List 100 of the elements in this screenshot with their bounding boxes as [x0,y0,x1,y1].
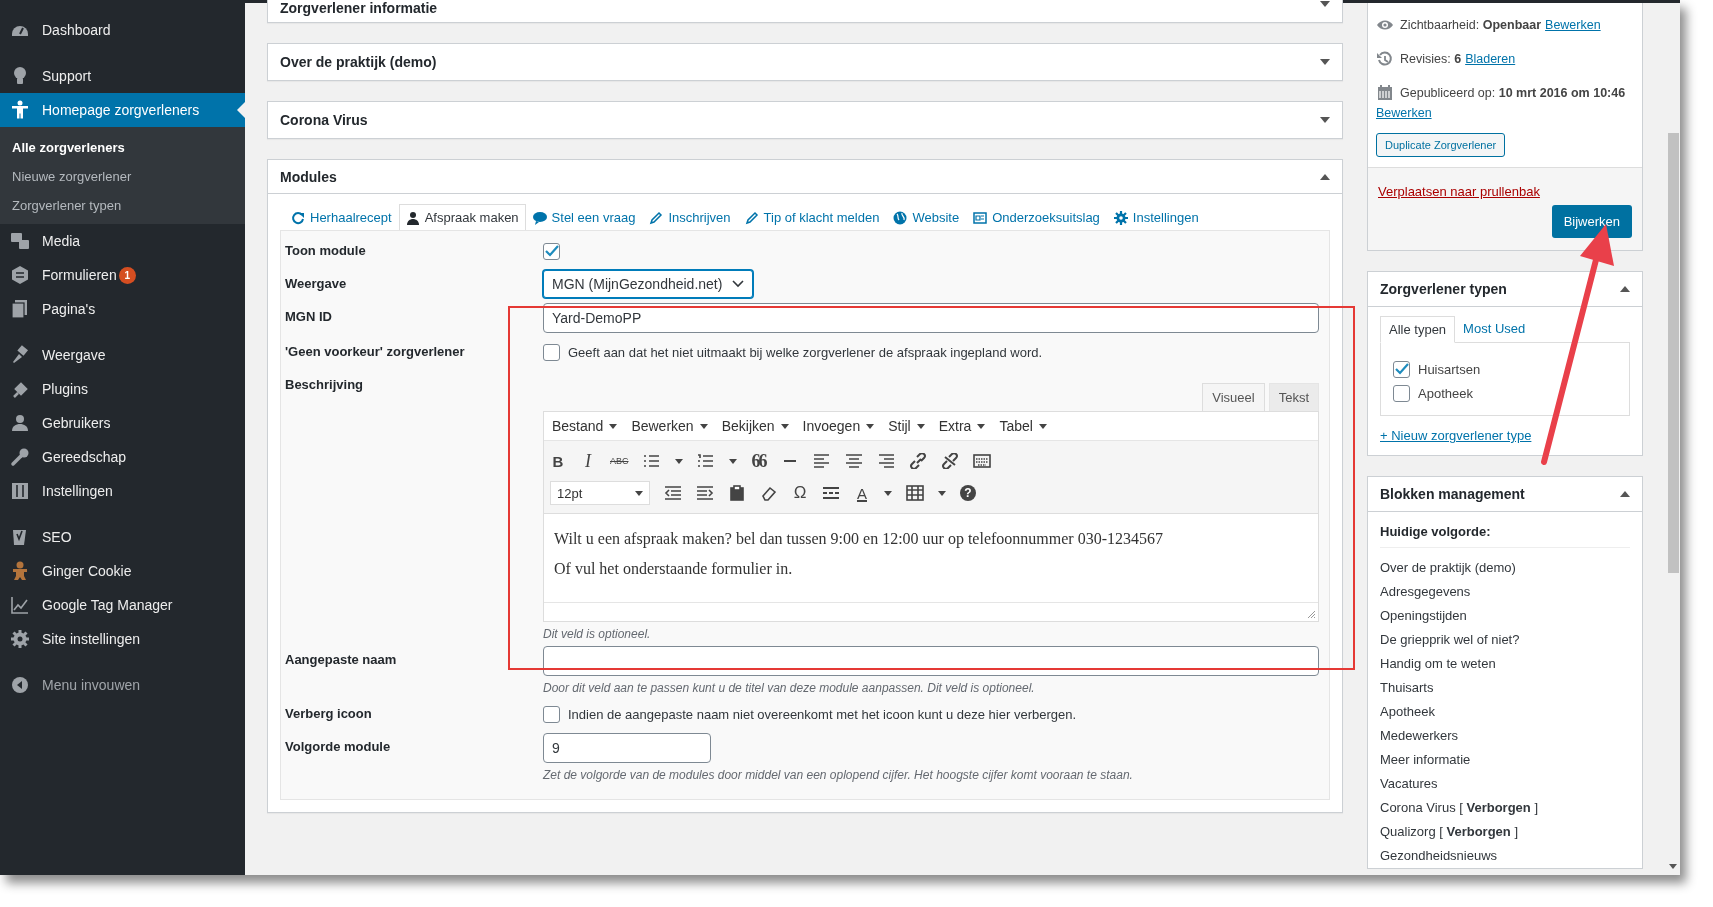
menu-item[interactable]: Pagina's [0,292,245,326]
editor-mode-tab[interactable]: Visueel [1202,383,1265,411]
toggle-icon[interactable] [1320,58,1330,66]
toolbar-button[interactable]: 66 [750,450,767,472]
edit-link[interactable]: Bewerken [1376,103,1432,123]
checkbox[interactable] [543,343,560,361]
module-tab[interactable]: Instellingen [1106,204,1206,230]
menu-item[interactable]: Google Tag Manager [0,588,245,622]
keyboard-icon[interactable] [972,453,991,469]
align-left-icon[interactable] [812,453,831,469]
menu-item[interactable]: Instellingen [0,474,245,508]
resize-handle-icon[interactable] [1307,610,1316,619]
category-tab[interactable]: Most Used [1455,316,1534,342]
unlink-icon[interactable] [940,453,959,469]
update-button[interactable]: Bijwerken [1551,205,1632,238]
menu-item[interactable]: Formulieren 1 [0,258,245,292]
module-tab[interactable]: Website [886,204,967,230]
menu-item[interactable]: Plugins [0,372,245,406]
menu-label: Formulieren [42,267,117,283]
menu-item[interactable]: Homepage zorgverleners [0,93,245,127]
module-tab[interactable]: Stel een vraag [525,204,643,230]
eraser-icon[interactable] [760,485,778,501]
editor-menu[interactable]: Extra [938,418,986,434]
editor-menu[interactable]: Tabel [999,418,1047,434]
toolbar-button[interactable]: I [580,450,596,472]
toolbar-button[interactable]: ? [960,485,976,501]
link-icon[interactable] [908,453,927,469]
editor-mode-tab[interactable]: Tekst [1268,383,1319,411]
toolbar-button[interactable]: B [550,452,566,470]
count-badge: 1 [118,266,136,284]
caret-icon [938,490,946,496]
module-tab[interactable]: Inschrijven [642,204,738,230]
add-type-link[interactable]: + Nieuw zorgverlener type [1380,428,1532,443]
scrollbar[interactable] [1665,3,1680,875]
caret-icon [1038,423,1047,429]
module-tab[interactable]: Tip of klacht melden [737,204,887,230]
list-heading: Huidige volgorde: [1380,524,1630,548]
toolbar-button[interactable]: ABC [610,456,629,466]
block-item: Gezondheidsnieuws [1380,847,1499,865]
collapse-menu-button[interactable]: Menu invouwen [0,668,245,702]
edit-link[interactable]: Bladeren [1465,49,1516,69]
outdent-icon[interactable] [664,485,682,501]
duplicate-button[interactable]: Duplicate Zorgverlener [1376,133,1506,157]
numbered-list-icon[interactable] [696,453,715,469]
caret-icon [635,490,643,496]
scroll-down-arrow-icon[interactable] [1669,864,1677,869]
menu-item[interactable]: Site instellingen [0,622,245,656]
menu-item[interactable]: Dashboard [0,13,245,47]
checkbox[interactable] [543,242,560,260]
align-right-icon[interactable] [876,453,895,469]
toggle-icon[interactable] [1620,285,1630,293]
pencil-icon [649,210,664,225]
submenu-item[interactable]: Alle zorgverleners [0,133,245,162]
field-label: 'Geen voorkeur' zorgverlener [285,343,466,361]
submenu-item[interactable]: Zorgverlener typen [0,191,245,220]
menu-item[interactable]: Ginger Cookie [0,554,245,588]
editor-menu[interactable]: Bestand [552,418,618,434]
submenu-item[interactable]: Nieuwe zorgverlener [0,162,245,191]
menu-item[interactable]: Media [0,224,245,258]
module-tab[interactable]: Herhaalrecept [284,204,399,230]
checkbox[interactable] [1393,360,1410,378]
input-field[interactable] [543,646,1319,676]
paragraph: Of vul het onderstaande formulier in. [554,560,794,578]
input-field[interactable]: Yard-DemoPP [543,303,1319,333]
editor-menu[interactable]: Bewerken [631,418,708,434]
checkbox[interactable] [543,705,560,723]
toggle-icon[interactable] [1320,172,1330,181]
toolbar-button[interactable]: A [854,484,870,502]
editor-menu[interactable]: Invoegen [802,418,875,434]
clipboard-icon[interactable] [728,485,746,501]
bulleted-list-icon[interactable] [642,453,661,469]
toggle-icon[interactable] [1320,0,1330,8]
toolbar-button[interactable]: Ω [792,483,808,503]
module-tab[interactable]: Onderzoeksuitslag [966,204,1107,230]
edit-link[interactable]: Bewerken [1545,15,1601,35]
menu-item[interactable]: Support [0,59,245,93]
editor-menu[interactable]: Bekijken [721,418,789,434]
input-field[interactable]: 9 [543,733,711,763]
menu-item[interactable]: Gereedschap [0,440,245,474]
checkbox[interactable] [1393,384,1410,402]
font-size-select[interactable]: 12pt [550,481,650,505]
dropdown-select[interactable]: MGN (MijnGezondheid.net) [543,270,754,298]
category-tab[interactable]: Alle typen [1380,316,1456,343]
toggle-icon[interactable] [1620,490,1630,498]
align-center-icon[interactable] [844,453,863,469]
trash-link[interactable]: Verplaatsen naar prullenbak [1378,184,1540,199]
editor-content[interactable]: Wilt u een afspraak maken? bel dan tussen 9:00 en 12:00 uur op telefoonnummer 030-1234567 Of vul het onderstaande formulier in. [544,514,1318,602]
field-hint: Dit veld is optioneel. [543,627,652,641]
editor-menu[interactable]: Stijl [888,418,925,434]
media-icon [10,231,30,251]
menu-label: Homepage zorgverleners [42,102,200,118]
field-label: Weergave [285,275,348,293]
table-icon[interactable] [906,485,924,501]
indent-icon[interactable] [696,485,714,501]
page-break-icon[interactable] [822,485,840,501]
menu-item[interactable]: Gebruikers [0,406,245,440]
menu-item[interactable]: SEO [0,520,245,554]
toggle-icon[interactable] [1320,116,1330,124]
module-tab[interactable]: Afspraak maken [398,204,526,230]
menu-item[interactable]: Weergave [0,338,245,372]
